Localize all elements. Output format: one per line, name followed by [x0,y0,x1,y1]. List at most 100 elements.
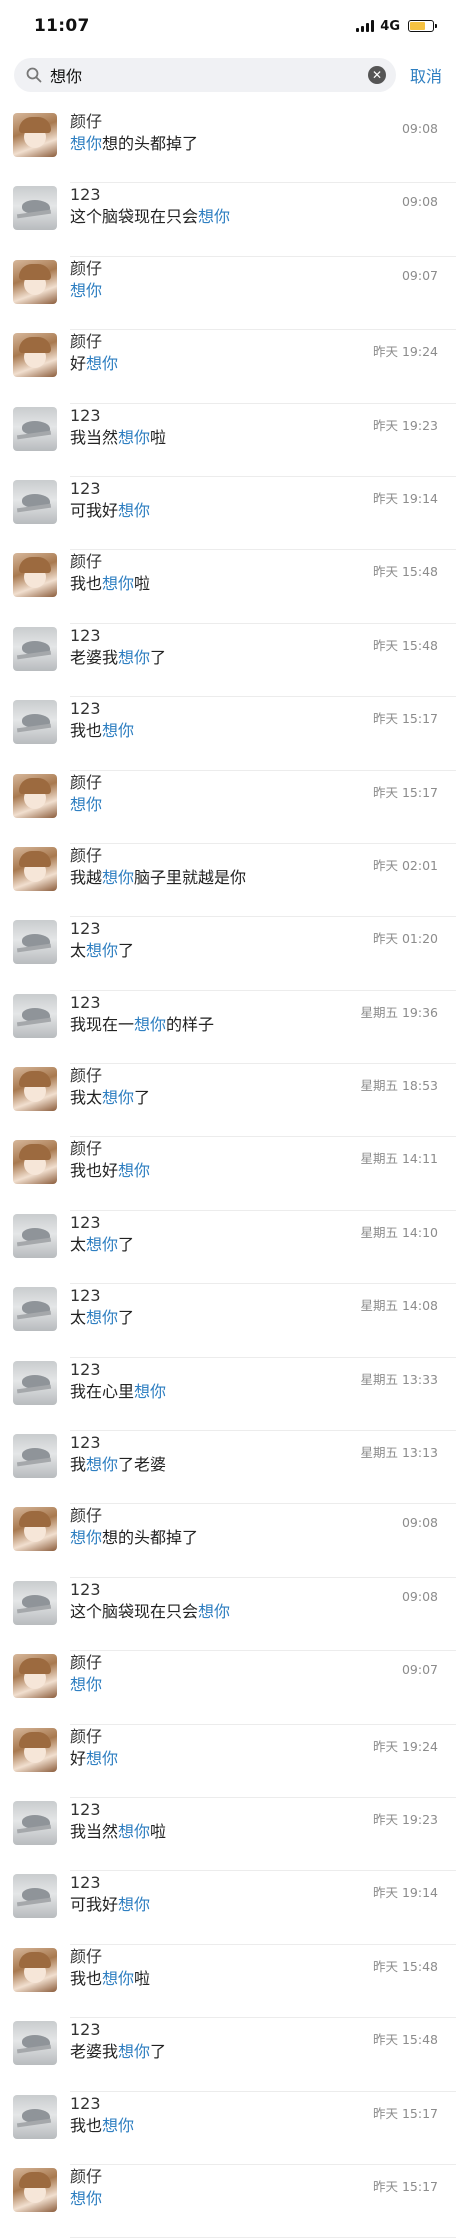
avatar[interactable] [13,2021,57,2066]
avatar[interactable] [13,1800,57,1845]
avatar[interactable] [13,113,57,157]
message-time: 星期五 14:10 [360,1224,439,1240]
message-highlight: 想你 [102,2115,135,2135]
avatar[interactable] [13,773,57,818]
message-highlight: 想你 [102,1088,135,1108]
search-result-item[interactable]: 123 我在心里想你 星期五 13:33 [0,1358,456,1432]
message-text-after: 啦 [150,427,167,447]
avatar[interactable] [13,920,57,965]
message-text-before: 老婆我 [70,647,119,667]
search-result-item[interactable]: 123 这个脑袋现在只会想你 09:08 [0,183,456,257]
message-text-before: 太 [70,941,87,961]
search-result-item[interactable]: 123 我也想你 昨天 15:17 [0,2092,456,2165]
message-text-after: 啦 [150,1821,167,1841]
avatar[interactable] [13,259,57,304]
message-highlight: 想你 [102,1968,135,1988]
message-time: 昨天 15:17 [373,784,438,800]
message-text-before: 这个脑袋现在只会 [70,1601,199,1621]
clear-icon[interactable]: ✕ [367,66,386,84]
avatar[interactable] [13,1360,57,1405]
message-highlight: 想你 [118,1821,151,1841]
message-time: 昨天 19:23 [373,1811,438,1827]
result-body: 颜仔 想你想的头都掉了 [70,110,456,155]
search-result-item[interactable]: 123 我想你了老婆 星期五 13:13 [0,1431,456,1505]
avatar[interactable] [13,1654,57,1699]
search-result-item[interactable]: 123 太想你了 昨天 01:20 [0,917,456,991]
search-result-item[interactable]: 123 可我好想你 昨天 19:14 [0,477,456,551]
message-text-before: 我现在一 [70,1014,135,1034]
search-result-item[interactable]: 123 太想你了 星期五 14:10 [0,1211,456,1285]
message-text-after: 了 [118,1234,135,1254]
contact-name: 颜仔 [70,258,103,278]
search-result-item[interactable]: 颜仔 我也好想你 星期五 14:11 [0,1137,456,1211]
search-result-item[interactable]: 123 我也想你 昨天 15:17 [0,697,456,771]
avatar[interactable] [13,186,57,231]
message-highlight: 想你 [118,1161,151,1181]
avatar[interactable] [13,1580,57,1625]
search-result-item[interactable]: 123 可我好想你 昨天 19:14 [0,1871,456,1945]
avatar[interactable] [13,626,57,671]
avatar[interactable] [13,479,57,524]
message-time: 昨天 19:24 [373,1738,438,1754]
search-result-item[interactable]: 颜仔 好想你 昨天 19:24 [0,330,456,404]
message-time: 09:08 [401,121,438,136]
avatar[interactable] [13,333,57,378]
avatar[interactable] [13,2094,57,2139]
message-text-before: 好 [70,354,87,374]
avatar[interactable] [13,1287,57,1332]
avatar[interactable] [13,2167,57,2212]
message-time: 09:08 [401,1515,438,1531]
message-highlight: 想你 [134,1381,167,1401]
avatar[interactable] [13,1874,57,1919]
message-text-after: 脑子里就越是你 [134,867,247,887]
status-time: 11:07 [34,16,90,36]
message-snippet: 想你想的头都掉了 [70,1527,456,1549]
search-result-item[interactable]: 颜仔 想你 昨天 15:17 [0,2165,456,2238]
search-result-item[interactable]: 颜仔 好想你 昨天 19:24 [0,1725,456,1798]
message-text-before: 太 [70,1308,87,1328]
avatar[interactable] [13,1140,57,1185]
message-snippet: 想你 [70,1674,456,1696]
avatar[interactable] [13,1213,57,1258]
search-result-item[interactable]: 123 老婆我想你了 昨天 15:48 [0,2018,456,2092]
search-result-item[interactable]: 123 我当然想你啦 昨天 19:23 [0,1798,456,1872]
search-result-item[interactable]: 颜仔 想你想的头都掉了 09:08 [0,110,456,184]
avatar[interactable] [13,1947,57,1992]
cancel-button[interactable]: 取消 [410,63,442,87]
search-result-item[interactable]: 123 太想你了 星期五 14:08 [0,1284,456,1358]
search-result-item[interactable]: 颜仔 我越想你脑子里就越是你 昨天 02:01 [0,844,456,918]
avatar[interactable] [13,553,57,598]
message-highlight: 想你 [102,867,135,887]
avatar[interactable] [13,406,57,451]
message-time: 星期五 14:11 [360,1151,439,1167]
search-field[interactable]: ✕ [14,58,396,92]
message-text-after: 啦 [134,1968,151,1988]
avatar[interactable] [13,700,57,745]
contact-name: 123 [70,185,101,205]
message-snippet: 想你 [70,280,456,302]
search-result-item[interactable]: 颜仔 想你想的头都掉了 09:08 [0,1504,456,1578]
search-result-item[interactable]: 颜仔 想你 09:07 [0,257,456,331]
avatar[interactable] [13,993,57,1038]
search-result-item[interactable]: 123 老婆我想你了 昨天 15:48 [0,624,456,698]
message-time: 昨天 15:48 [373,1958,438,1974]
search-result-item[interactable]: 颜仔 想你 09:07 [0,1651,456,1725]
search-result-item[interactable]: 颜仔 我太想你了 星期五 18:53 [0,1064,456,1138]
avatar[interactable] [13,1507,57,1552]
message-time: 星期五 13:33 [360,1371,439,1387]
message-text-after: 了 [150,647,167,667]
avatar[interactable] [13,1434,57,1479]
search-result-item[interactable]: 颜仔 我也想你啦 昨天 15:48 [0,1945,456,2019]
search-result-item[interactable]: 颜仔 想你 昨天 15:17 [0,771,456,844]
avatar[interactable] [13,846,57,891]
search-input[interactable] [50,65,368,85]
search-result-item[interactable]: 颜仔 我也想你啦 昨天 15:48 [0,550,456,624]
avatar[interactable] [13,1067,57,1112]
search-result-item[interactable]: 123 这个脑袋现在只会想你 09:08 [0,1578,456,1652]
message-time: 星期五 14:08 [360,1298,439,1314]
search-result-item[interactable]: 123 我现在一想你的样子 星期五 19:36 [0,991,456,1065]
message-time: 昨天 15:17 [373,711,438,727]
avatar[interactable] [13,1727,57,1772]
search-result-item[interactable]: 123 我当然想你啦 昨天 19:23 [0,404,456,477]
message-highlight: 想你 [86,354,119,374]
